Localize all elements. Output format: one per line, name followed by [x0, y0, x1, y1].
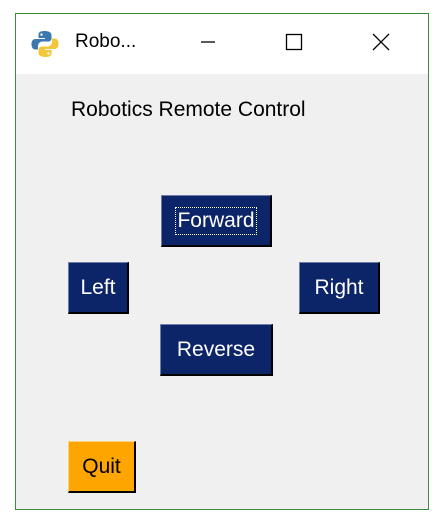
forward-button[interactable]: Forward [161, 195, 272, 247]
right-button-label: Right [314, 275, 364, 299]
close-icon [372, 33, 390, 56]
maximize-button[interactable] [264, 14, 324, 74]
quit-button[interactable]: Quit [68, 441, 136, 493]
minimize-icon [200, 34, 216, 55]
left-button[interactable]: Left [68, 262, 129, 314]
close-button[interactable] [351, 14, 411, 74]
app-window: Robo... Robotics Remote Control Forward … [15, 13, 429, 510]
reverse-button-label: Reverse [176, 337, 256, 361]
right-button[interactable]: Right [299, 262, 380, 314]
reverse-button[interactable]: Reverse [160, 324, 273, 376]
window-title: Robo... [75, 31, 137, 52]
page-title: Robotics Remote Control [71, 98, 306, 121]
title-bar[interactable]: Robo... [16, 14, 428, 74]
forward-button-label: Forward [175, 206, 257, 235]
quit-button-label: Quit [82, 454, 121, 478]
left-button-label: Left [80, 275, 116, 299]
minimize-button[interactable] [178, 14, 238, 74]
maximize-icon [285, 33, 303, 56]
python-icon [31, 30, 59, 58]
